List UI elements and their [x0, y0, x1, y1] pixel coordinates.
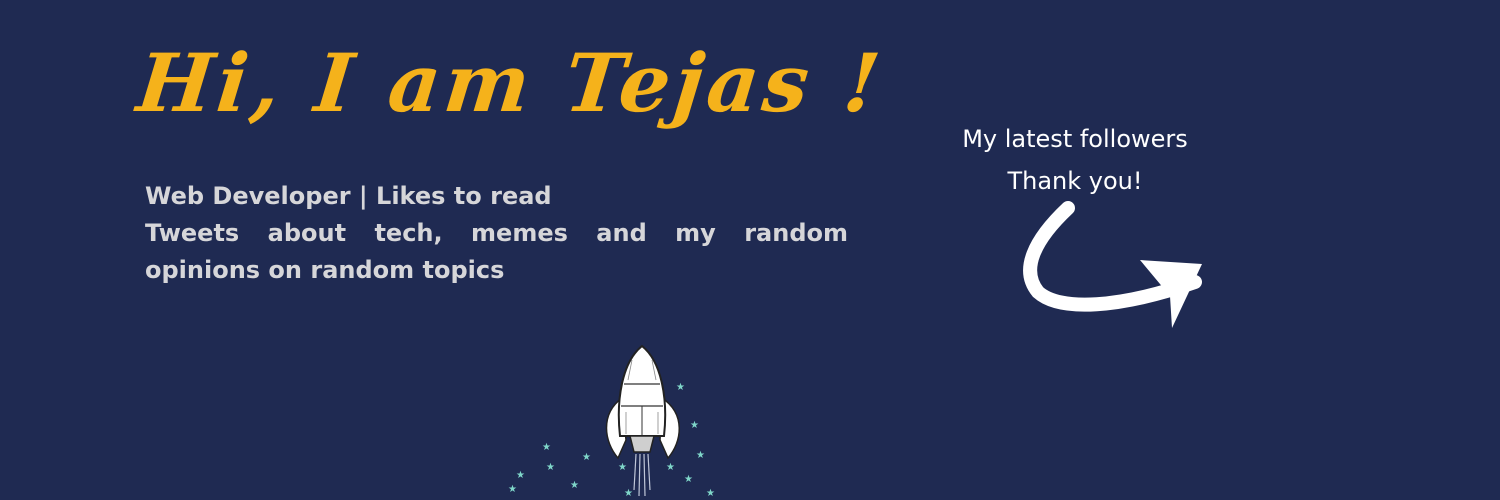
- svg-text:★: ★: [624, 488, 633, 499]
- bio-line-topics: Tweets about tech, memes and my random o…: [145, 219, 848, 284]
- svg-text:★: ★: [696, 450, 705, 461]
- svg-text:★: ★: [618, 462, 627, 473]
- curved-arrow-icon: [1023, 201, 1202, 328]
- bio-line-role: Web Developer | Likes to read: [145, 182, 552, 210]
- svg-text:★: ★: [676, 382, 685, 393]
- svg-text:★: ★: [706, 488, 715, 499]
- followers-caption-line-2: Thank you!: [1007, 167, 1143, 195]
- svg-text:★: ★: [542, 442, 551, 453]
- followers-caption: My latest followers Thank you!: [905, 118, 1245, 202]
- rocket-icon: [605, 344, 680, 497]
- followers-caption-line-1: My latest followers: [962, 125, 1188, 153]
- svg-text:★: ★: [666, 462, 675, 473]
- rocket-illustration: ★ ★ ★ ★ ★ ★ ★ ★ ★ ★ ★ ★ ★ ★: [508, 344, 715, 499]
- svg-text:★: ★: [546, 462, 555, 473]
- headline-greeting: Hi, I am Tejas !: [133, 36, 889, 130]
- svg-text:★: ★: [508, 484, 517, 495]
- bio-text: Web Developer | Likes to read Tweets abo…: [145, 178, 848, 289]
- profile-banner: Hi, I am Tejas ! Web Developer | Likes t…: [0, 0, 1500, 500]
- svg-text:★: ★: [570, 480, 579, 491]
- svg-text:★: ★: [582, 452, 591, 463]
- svg-text:★: ★: [690, 420, 699, 431]
- svg-text:★: ★: [516, 470, 525, 481]
- svg-text:★: ★: [684, 474, 693, 485]
